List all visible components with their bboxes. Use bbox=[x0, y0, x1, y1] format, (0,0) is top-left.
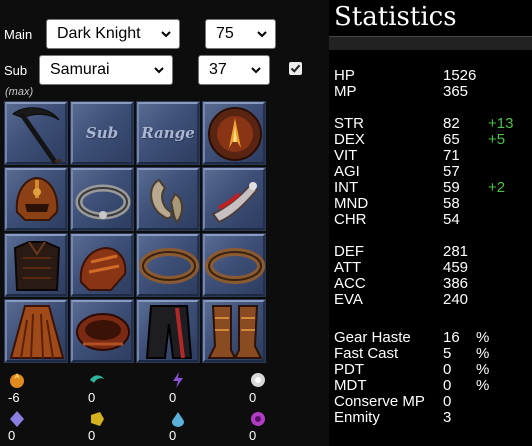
fire-crystal-icon bbox=[10, 373, 24, 388]
light-resist-value: 0 bbox=[249, 390, 257, 405]
fire-resist-value: -6 bbox=[8, 390, 20, 405]
thunder-resist-value: 0 bbox=[169, 390, 177, 405]
statistics-panel: Statistics HP 1526 MP 365 STR 82 +13 DEX 65 +5… bbox=[329, 0, 532, 446]
thunder-crystal-icon bbox=[173, 372, 183, 388]
boots-icon bbox=[207, 305, 263, 359]
legs-icon bbox=[145, 305, 193, 359]
head-slot[interactable] bbox=[4, 167, 68, 231]
statistics-title: Statistics bbox=[334, 2, 457, 32]
earth-resist-value: 0 bbox=[88, 428, 96, 443]
neck-slot[interactable] bbox=[70, 167, 134, 231]
earring-icon bbox=[211, 182, 259, 224]
main-job-label: Main bbox=[4, 27, 33, 42]
body-slot[interactable] bbox=[4, 233, 68, 297]
dark-crystal-icon bbox=[251, 412, 265, 426]
wind-crystal-icon bbox=[90, 375, 104, 383]
ring-icon bbox=[139, 248, 199, 284]
wind-resist-value: 0 bbox=[88, 390, 96, 405]
ring-icon bbox=[205, 248, 265, 284]
hands-slot[interactable] bbox=[70, 233, 134, 297]
legs-slot[interactable] bbox=[136, 299, 200, 363]
range-slot-label: Range bbox=[141, 124, 195, 142]
orb-ammo-icon bbox=[208, 107, 262, 161]
stat-bonus: +5 bbox=[488, 131, 506, 148]
chevron-down-icon bbox=[161, 31, 171, 38]
feet-slot[interactable] bbox=[202, 299, 266, 363]
waist-slot[interactable] bbox=[70, 299, 134, 363]
checkmark-icon bbox=[290, 64, 301, 73]
cape-icon bbox=[9, 305, 65, 359]
sub-job-select[interactable]: Samurai bbox=[39, 55, 173, 85]
helm-icon bbox=[15, 176, 59, 221]
range-slot[interactable]: Range bbox=[136, 101, 200, 165]
ice-crystal-icon bbox=[10, 411, 24, 427]
earth-crystal-icon bbox=[91, 412, 104, 426]
scythe-icon bbox=[12, 107, 62, 164]
gauntlets-icon bbox=[79, 246, 127, 291]
title-divider bbox=[329, 36, 532, 50]
ammo-slot[interactable] bbox=[202, 101, 266, 165]
sub-weapon-slot[interactable]: Sub bbox=[70, 101, 134, 165]
sub-level-value: 37 bbox=[209, 61, 227, 78]
ear2-slot[interactable] bbox=[202, 167, 266, 231]
stat-bonus: +2 bbox=[488, 179, 506, 196]
ring1-slot[interactable] bbox=[136, 233, 200, 297]
equipment-panel: Main Dark Knight 75 Sub Samurai 37 (max)… bbox=[0, 0, 329, 446]
armor-icon bbox=[13, 241, 61, 291]
water-resist-value: 0 bbox=[169, 428, 177, 443]
belt-icon bbox=[76, 313, 130, 351]
light-crystal-icon bbox=[251, 373, 265, 387]
ring2-slot[interactable] bbox=[202, 233, 266, 297]
main-level-select[interactable]: 75 bbox=[205, 19, 276, 49]
sub-level-select[interactable]: 37 bbox=[198, 55, 270, 85]
dark-resist-value: 0 bbox=[249, 428, 257, 443]
main-weapon-slot[interactable] bbox=[4, 101, 68, 165]
chevron-down-icon bbox=[257, 31, 267, 38]
stat-bonus: +13 bbox=[488, 115, 514, 132]
sub-slot-label: Sub bbox=[85, 124, 119, 142]
main-job-select[interactable]: Dark Knight bbox=[46, 19, 180, 49]
earring-icon bbox=[150, 178, 183, 224]
sub-job-value: Samurai bbox=[50, 61, 110, 78]
max-level-checkbox[interactable] bbox=[289, 62, 302, 75]
main-job-value: Dark Knight bbox=[57, 25, 141, 42]
max-label: (max) bbox=[5, 86, 34, 98]
torque-icon bbox=[75, 184, 131, 220]
chevron-down-icon bbox=[251, 67, 261, 74]
equipment-grid: Sub Range bbox=[4, 101, 266, 363]
ice-resist-value: 0 bbox=[8, 428, 16, 443]
sub-job-label: Sub bbox=[4, 63, 28, 78]
main-level-value: 75 bbox=[216, 25, 234, 42]
water-crystal-icon bbox=[172, 412, 184, 427]
chevron-down-icon bbox=[154, 67, 164, 74]
ear1-slot[interactable] bbox=[136, 167, 200, 231]
back-slot[interactable] bbox=[4, 299, 68, 363]
